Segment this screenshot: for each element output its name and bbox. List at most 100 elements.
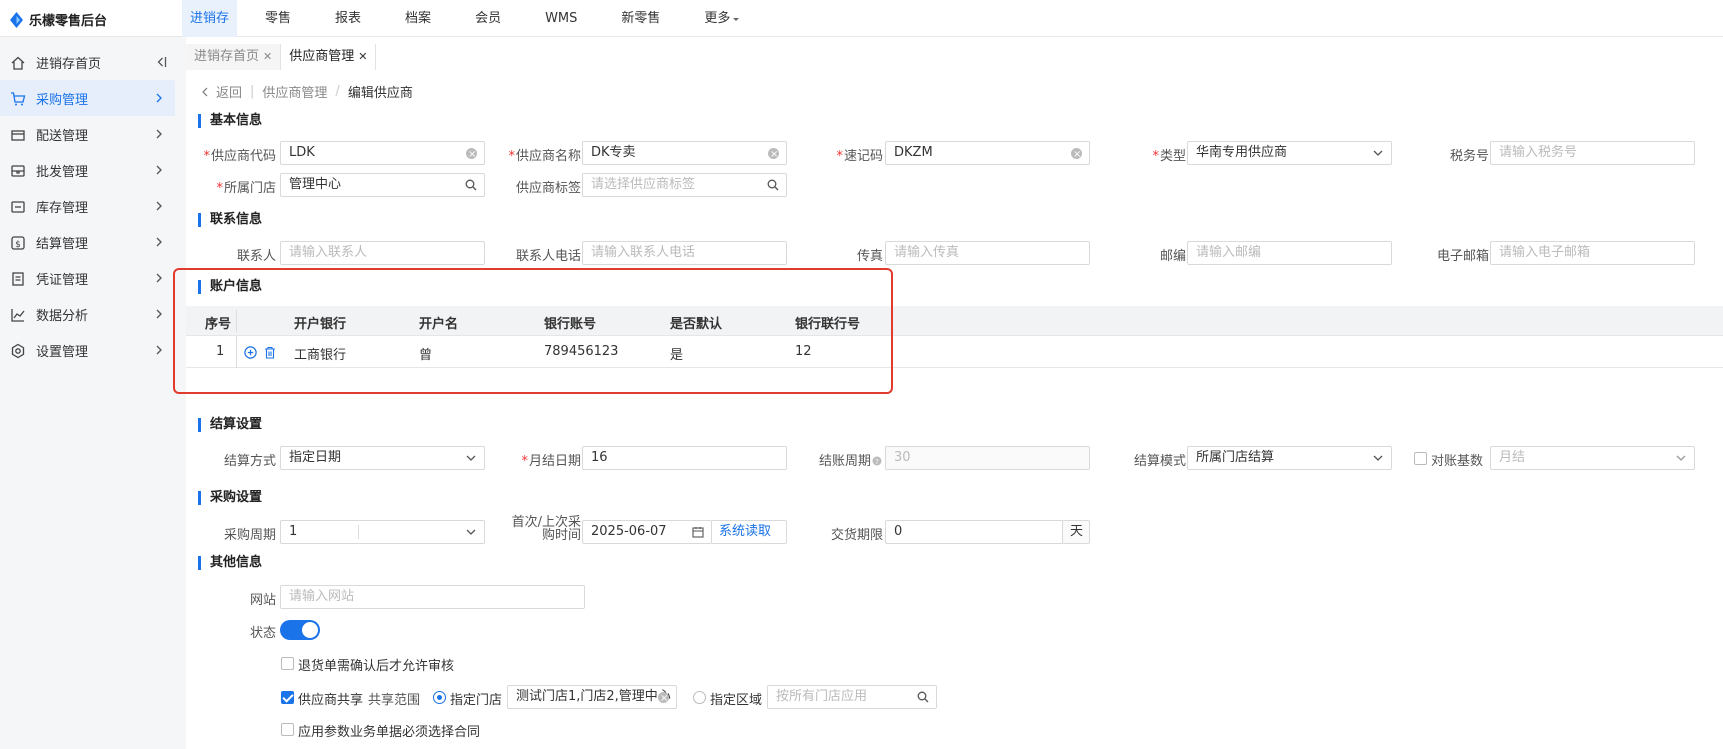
section-contact-info: 联系信息 — [198, 213, 262, 227]
required-mark: * — [203, 149, 210, 164]
sidebar-item-settings[interactable]: 设置管理 — [0, 332, 186, 368]
clear-icon[interactable] — [658, 688, 669, 708]
chevron-left-icon[interactable] — [200, 86, 210, 98]
store-label-text: 所属门店 — [223, 181, 276, 196]
billing-cycle-input[interactable]: 30 — [885, 446, 1090, 470]
topnav-item-new-retail[interactable]: 新零售 — [613, 0, 668, 37]
supplier-share-checkbox[interactable] — [281, 691, 294, 704]
topnav-more[interactable]: 更多 — [696, 0, 748, 37]
website-input[interactable]: 请输入网站 — [280, 585, 585, 609]
quick-code-input[interactable]: DKZM — [885, 141, 1090, 165]
sidebar-item-distribution[interactable]: 配送管理 — [0, 116, 186, 152]
collapse-sidebar-icon[interactable] — [154, 55, 167, 69]
app-logo[interactable]: 乐檬零售后台 — [10, 10, 107, 29]
close-icon[interactable]: ✕ — [263, 50, 272, 63]
section-settlement: 结算设置 — [198, 418, 262, 432]
breadcrumb-slash: / — [335, 84, 340, 99]
topnav-item-reports[interactable]: 报表 — [327, 0, 369, 37]
reconcile-select[interactable]: 月结 — [1490, 446, 1695, 470]
contact-person-input[interactable]: 请输入联系人 — [280, 241, 485, 265]
help-icon[interactable]: ? — [872, 456, 882, 466]
page-tabs: 进销存首页 ✕ 供应商管理 ✕ — [186, 44, 377, 70]
field-divider — [358, 525, 359, 539]
sidebar-item-label: 配送管理 — [36, 129, 89, 144]
search-icon[interactable] — [465, 179, 477, 191]
supplier-name-input[interactable]: DK专卖 — [582, 141, 787, 165]
monthly-day-label-text: 月结日期 — [528, 454, 581, 469]
reconcile-checkbox[interactable] — [1414, 452, 1427, 465]
sidebar-item-wholesale[interactable]: 批发管理 — [0, 152, 186, 188]
return-check-label: 退货单需确认后才允许审核 — [298, 659, 455, 674]
purchase-period-label: 采购周期 — [223, 528, 276, 543]
last-purchase-date-input[interactable]: 2025-06-07 — [582, 520, 712, 544]
topnav-item-wms[interactable]: WMS — [537, 0, 585, 37]
settlement-method-select[interactable]: 指定日期 — [280, 446, 485, 470]
tab-label: 供应商管理 — [289, 49, 355, 64]
breadcrumb-divider: | — [250, 84, 255, 99]
tab-supplier-management[interactable]: 供应商管理 ✕ — [281, 44, 377, 70]
last-purchase-date-value: 2025-06-07 — [591, 524, 667, 539]
clear-icon[interactable] — [768, 144, 779, 164]
app-title: 乐檬零售后台 — [29, 14, 108, 29]
supplier-tag-input[interactable]: 请选择供应商标签 — [582, 173, 787, 197]
type-select[interactable]: 华南专用供应商 — [1187, 141, 1392, 165]
search-icon[interactable] — [767, 179, 779, 191]
breadcrumb: 返回 | 供应商管理 / 编辑供应商 — [200, 82, 413, 101]
sidebar-item-label: 进销存首页 — [36, 57, 102, 72]
store-input[interactable]: 管理中心 — [280, 173, 485, 197]
delivery-input[interactable]: 0 — [885, 520, 1063, 544]
settlement-mode-select[interactable]: 所属门店结算 — [1187, 446, 1392, 470]
stores-input[interactable]: 测试门店1,门店2,管理中心 — [507, 685, 677, 709]
fax-label: 传真 — [856, 249, 883, 264]
sidebar-item-stock[interactable]: 库存管理 — [0, 188, 186, 224]
sidebar-item-settlement[interactable]: $ 结算管理 — [0, 224, 186, 260]
area-input[interactable]: 按所有门店应用 — [767, 685, 937, 709]
radio-specified-store[interactable] — [433, 691, 446, 704]
sidebar-item-purchase[interactable]: 采购管理 — [0, 80, 175, 116]
topnav-item-inventory[interactable]: 进销存 — [182, 0, 238, 37]
breadcrumb-parent[interactable]: 供应商管理 — [262, 82, 327, 101]
clear-icon[interactable] — [1071, 144, 1082, 164]
back-link[interactable]: 返回 — [216, 82, 242, 101]
supplier-code-input[interactable]: LDK — [280, 141, 485, 165]
contract-required-checkbox[interactable] — [281, 723, 294, 736]
store-value: 管理中心 — [289, 177, 342, 192]
topnav-item-archives[interactable]: 档案 — [397, 0, 439, 37]
logo-icon — [10, 11, 23, 28]
radio-specified-area[interactable] — [693, 691, 706, 704]
purchase-period-select[interactable]: 1 — [280, 520, 485, 544]
delivery-unit-label: 天 — [1070, 524, 1084, 539]
required-mark: * — [521, 454, 528, 469]
chevron-right-icon — [156, 309, 162, 319]
sidebar-item-home[interactable]: 进销存首页 — [0, 44, 186, 80]
sidebar-item-voucher[interactable]: 凭证管理 — [0, 260, 186, 296]
contact-phone-input[interactable]: 请输入联系人电话 — [582, 241, 787, 265]
email-input[interactable]: 请输入电子邮箱 — [1490, 241, 1695, 265]
email-placeholder: 请输入电子邮箱 — [1499, 245, 1591, 260]
search-icon[interactable] — [917, 691, 929, 703]
topnav-item-retail[interactable]: 零售 — [257, 0, 299, 37]
fax-input[interactable]: 请输入传真 — [885, 241, 1090, 265]
sidebar-item-label: 库存管理 — [36, 201, 89, 216]
monthly-day-input[interactable]: 16 — [582, 446, 787, 470]
calendar-icon[interactable] — [692, 526, 704, 538]
tax-number-input[interactable]: 请输入税务号 — [1490, 141, 1695, 165]
supplier-name-label: *供应商名称 — [481, 145, 581, 164]
status-toggle[interactable] — [280, 620, 320, 640]
quick-code-label: *速记码 — [796, 145, 883, 164]
return-check-checkbox[interactable] — [281, 657, 294, 670]
close-icon[interactable]: ✕ — [358, 50, 367, 63]
topnav-item-members[interactable]: 会员 — [467, 0, 509, 37]
chevron-down-icon — [1373, 150, 1383, 156]
system-read-button[interactable]: 系统读取 — [711, 520, 787, 544]
zip-input[interactable]: 请输入邮编 — [1187, 241, 1392, 265]
last-purchase-label-line2: 购时间 — [541, 528, 581, 543]
clear-icon[interactable] — [466, 144, 477, 164]
contact-person-placeholder: 请输入联系人 — [289, 245, 368, 260]
tab-inventory-home[interactable]: 进销存首页 ✕ — [186, 44, 282, 70]
quick-code-value: DKZM — [894, 145, 933, 160]
sidebar-item-analytics[interactable]: 数据分析 — [0, 296, 186, 332]
settlement-icon: $ — [11, 236, 25, 250]
contact-phone-placeholder: 请输入联系人电话 — [591, 245, 696, 260]
required-mark: * — [216, 181, 223, 196]
